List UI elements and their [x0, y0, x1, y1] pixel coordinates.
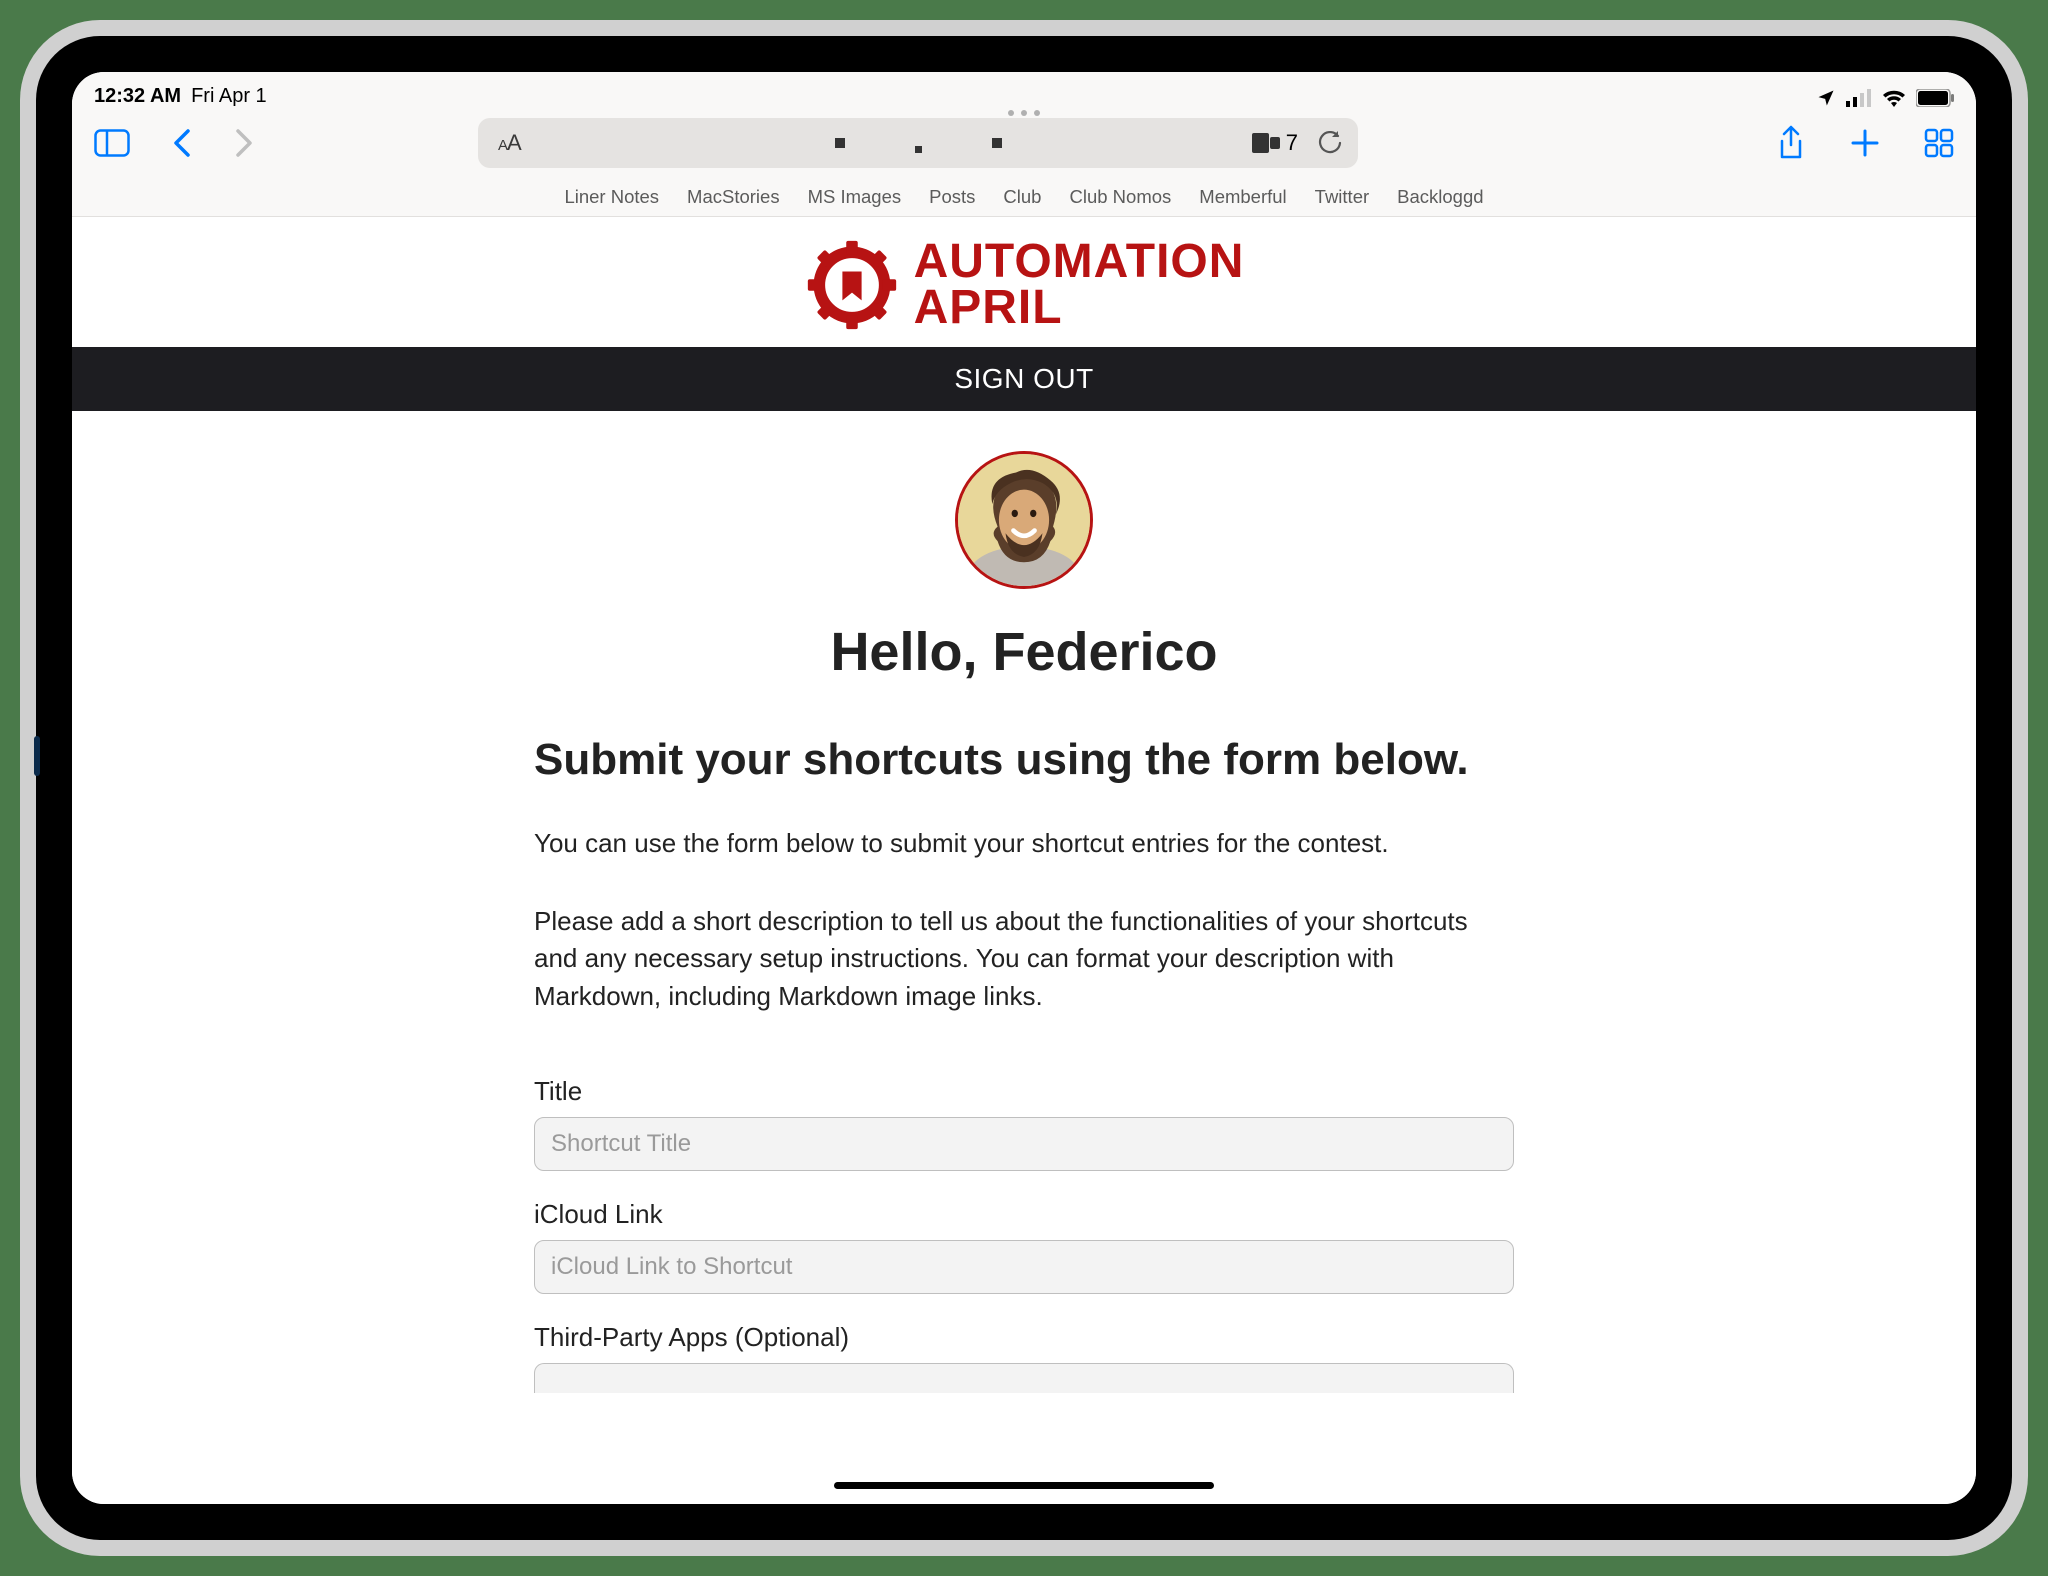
status-bar: 12:32 AM Fri Apr 1: [72, 72, 1976, 108]
site-logo[interactable]: AUTOMATION APRIL: [72, 217, 1976, 347]
favorite-item[interactable]: Posts: [929, 186, 975, 208]
sub-heading: Submit your shortcuts using the form bel…: [534, 735, 1514, 785]
icloud-input[interactable]: iCloud Link to Shortcut: [534, 1240, 1514, 1294]
title-input[interactable]: Shortcut Title: [534, 1117, 1514, 1171]
logo-line1: AUTOMATION: [914, 239, 1245, 285]
favorite-item[interactable]: Liner Notes: [564, 186, 659, 208]
third-party-input[interactable]: [534, 1363, 1514, 1393]
tabs-icon[interactable]: [1924, 128, 1954, 158]
logo-text: AUTOMATION APRIL: [914, 239, 1245, 330]
favorite-item[interactable]: MacStories: [687, 186, 780, 208]
address-bar-content: [835, 138, 1002, 148]
favorite-item[interactable]: Twitter: [1315, 186, 1369, 208]
favorite-item[interactable]: Club Nomos: [1069, 186, 1171, 208]
ipad-frame: 12:32 AM Fri Apr 1: [20, 20, 2028, 1556]
logo-line2: APRIL: [914, 285, 1245, 331]
third-party-label: Third-Party Apps (Optional): [534, 1322, 1514, 1353]
favorite-item[interactable]: Backloggd: [1397, 186, 1483, 208]
main-content: Hello, Federico Submit your shortcuts us…: [534, 451, 1514, 1393]
favorite-item[interactable]: Club: [1003, 186, 1041, 208]
reader-badge[interactable]: 7: [1252, 130, 1298, 156]
wifi-icon: [1882, 89, 1906, 107]
webpage: AUTOMATION APRIL SIGN OUT: [72, 217, 1976, 1504]
location-icon: [1816, 88, 1836, 108]
favorites-bar: Liner Notes MacStories MS Images Posts C…: [72, 178, 1976, 216]
avatar: [955, 451, 1093, 589]
new-tab-icon[interactable]: [1850, 128, 1880, 158]
icloud-placeholder: iCloud Link to Shortcut: [551, 1253, 792, 1281]
screen: 12:32 AM Fri Apr 1: [72, 72, 1976, 1504]
multitasking-dots[interactable]: [1008, 110, 1040, 116]
intro-paragraph-1: You can use the form below to submit you…: [534, 825, 1514, 863]
browser-chrome: AA 7: [72, 108, 1976, 217]
gear-bookmark-icon: [804, 237, 900, 333]
favorite-item[interactable]: Memberful: [1199, 186, 1286, 208]
intro-paragraph-2: Please add a short description to tell u…: [534, 903, 1514, 1016]
status-date: Fri Apr 1: [191, 85, 267, 108]
share-icon[interactable]: [1776, 125, 1806, 161]
battery-icon: [1916, 89, 1954, 107]
back-icon[interactable]: [172, 127, 192, 159]
text-size-icon[interactable]: AA: [498, 130, 521, 156]
cellular-icon: [1846, 89, 1872, 107]
reload-icon[interactable]: [1318, 131, 1342, 155]
favorite-item[interactable]: MS Images: [808, 186, 902, 208]
home-indicator[interactable]: [834, 1482, 1214, 1489]
greeting-heading: Hello, Federico: [534, 621, 1514, 683]
ipad-bezel: 12:32 AM Fri Apr 1: [36, 36, 2012, 1540]
side-button-indicator: [34, 736, 40, 776]
address-bar[interactable]: AA 7: [478, 118, 1358, 168]
forward-icon: [234, 127, 254, 159]
title-placeholder: Shortcut Title: [551, 1130, 691, 1158]
sign-out-button[interactable]: SIGN OUT: [72, 347, 1976, 411]
reader-count: 7: [1286, 130, 1298, 156]
status-time: 12:32 AM: [94, 85, 181, 108]
sidebar-icon[interactable]: [94, 129, 130, 157]
title-label: Title: [534, 1076, 1514, 1107]
icloud-label: iCloud Link: [534, 1199, 1514, 1230]
